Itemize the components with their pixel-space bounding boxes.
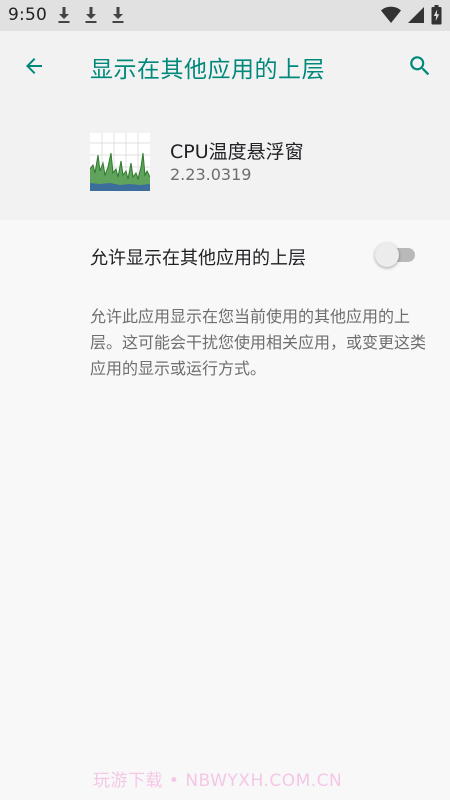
permission-description: 允许此应用显示在您当前使用的其他应用的上层。这可能会干扰您使用相关应用，或变更这…: [90, 307, 427, 378]
search-icon: [410, 56, 430, 76]
app-version: 2.23.0319: [170, 165, 252, 184]
download-icon: [58, 7, 70, 23]
status-time: 9:50: [8, 5, 47, 25]
app-name: CPU温度悬浮窗: [170, 141, 304, 163]
toggle-thumb: [375, 243, 399, 267]
arrow-back-icon: [26, 58, 42, 74]
search-button[interactable]: [400, 46, 440, 86]
wifi-icon: [381, 6, 401, 24]
battery-charging-icon: [431, 5, 442, 25]
back-button[interactable]: [14, 46, 54, 86]
app-icon: [90, 133, 150, 191]
page-title: 显示在其他应用的上层: [90, 57, 325, 83]
status-bar: 9:50: [0, 0, 450, 31]
overlay-permission-row[interactable]: 允许显示在其他应用的上层: [0, 220, 450, 290]
overlay-permission-label: 允许显示在其他应用的上层: [90, 248, 306, 269]
watermark: 玩游下载 • NBWYXH.COM.CN: [93, 771, 343, 791]
app-bar: 显示在其他应用的上层: [0, 31, 450, 101]
download-icon: [85, 7, 97, 23]
download-icon: [112, 7, 124, 23]
signal-icon: [408, 7, 424, 23]
app-info-header: CPU温度悬浮窗 2.23.0319: [0, 101, 450, 220]
overlay-permission-toggle[interactable]: [375, 243, 417, 267]
